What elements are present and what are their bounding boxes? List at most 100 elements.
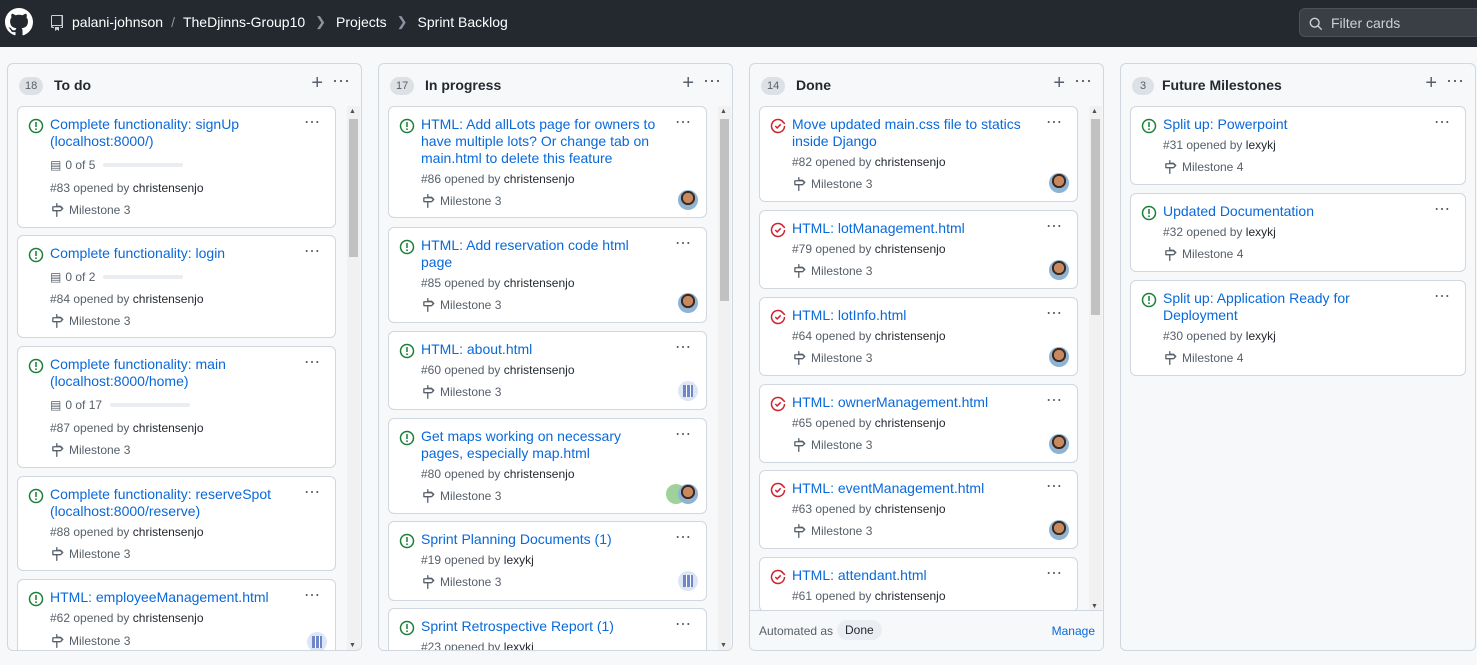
author-link[interactable]: christensenjo (133, 421, 204, 435)
card-menu-button[interactable]: ⋯ (1046, 563, 1063, 583)
scroll-up-arrow-icon[interactable]: ▲ (720, 108, 727, 115)
issue-card[interactable]: HTML: attendant.html ⋯ #61 opened by chr… (759, 557, 1078, 612)
scroll-down-arrow-icon[interactable]: ▼ (720, 642, 727, 649)
issue-card[interactable]: HTML: about.html ⋯ #60 opened by christe… (388, 331, 707, 410)
author-link[interactable]: christensenjo (875, 155, 946, 169)
milestone[interactable]: Milestone 3 (50, 634, 130, 648)
card-menu-button[interactable]: ⋯ (675, 614, 692, 634)
add-card-button[interactable]: + (1425, 72, 1437, 94)
issue-card[interactable]: HTML: Add reservation code html page ⋯ #… (388, 227, 707, 323)
milestone[interactable]: Milestone 3 (50, 547, 130, 561)
manage-automation-link[interactable]: Manage (1052, 624, 1095, 638)
card-menu-button[interactable]: ⋯ (1046, 303, 1063, 323)
milestone[interactable]: Milestone 3 (792, 177, 872, 191)
issue-card[interactable]: Complete functionality: main (localhost:… (17, 346, 336, 468)
issue-card[interactable]: HTML: eventManagement.html ⋯ #63 opened … (759, 470, 1078, 549)
add-card-button[interactable]: + (311, 72, 323, 94)
milestone[interactable]: Milestone 3 (421, 575, 501, 589)
author-link[interactable]: christensenjo (875, 329, 946, 343)
scroll-down-arrow-icon[interactable]: ▼ (1091, 603, 1098, 610)
assignee-avatar[interactable] (1049, 260, 1069, 280)
card-title[interactable]: HTML: ownerManagement.html (792, 394, 1042, 411)
issue-card[interactable]: Sprint Retrospective Report (1) ⋯ #23 op… (388, 608, 707, 650)
scrollbar-thumb[interactable] (720, 119, 729, 301)
scrollbar-thumb[interactable] (349, 119, 358, 257)
column-menu-button[interactable]: ⋯ (332, 70, 351, 92)
assignee-avatar[interactable] (678, 484, 698, 504)
column-menu-button[interactable]: ⋯ (703, 70, 722, 92)
card-title[interactable]: Split up: Application Ready for Deployme… (1163, 290, 1403, 324)
author-link[interactable]: christensenjo (875, 589, 946, 603)
milestone[interactable]: Milestone 3 (792, 524, 872, 538)
card-menu-button[interactable]: ⋯ (675, 424, 692, 444)
author-link[interactable]: christensenjo (504, 363, 575, 377)
breadcrumb-projects[interactable]: Projects (336, 14, 387, 30)
scroll-up-arrow-icon[interactable]: ▲ (1091, 108, 1098, 115)
column-scrollbar[interactable]: ▲ ▼ (718, 106, 731, 650)
card-menu-button[interactable]: ⋯ (304, 585, 321, 605)
add-card-button[interactable]: + (1053, 72, 1065, 94)
card-menu-button[interactable]: ⋯ (1434, 286, 1451, 306)
author-link[interactable]: christensenjo (875, 416, 946, 430)
card-title[interactable]: Complete functionality: login (50, 245, 290, 262)
breadcrumb-owner[interactable]: palani-johnson (72, 14, 163, 30)
column-scrollbar[interactable]: ▲ ▼ (1089, 106, 1102, 612)
author-link[interactable]: christensenjo (133, 292, 204, 306)
scroll-down-arrow-icon[interactable]: ▼ (349, 642, 356, 649)
milestone[interactable]: Milestone 3 (421, 194, 501, 208)
milestone[interactable]: Milestone 3 (50, 314, 130, 328)
issue-card[interactable]: Get maps working on necessary pages, esp… (388, 418, 707, 514)
card-title[interactable]: Complete functionality: reserveSpot (loc… (50, 486, 290, 520)
card-menu-button[interactable]: ⋯ (1046, 112, 1063, 132)
scroll-up-arrow-icon[interactable]: ▲ (349, 108, 356, 115)
author-link[interactable]: christensenjo (875, 242, 946, 256)
author-link[interactable]: lexykj (1246, 329, 1276, 343)
author-link[interactable]: christensenjo (504, 172, 575, 186)
issue-card[interactable]: Move updated main.css file to statics in… (759, 106, 1078, 202)
card-title[interactable]: HTML: lotManagement.html (792, 220, 1042, 237)
author-link[interactable]: christensenjo (504, 467, 575, 481)
milestone[interactable]: Milestone 3 (50, 443, 130, 457)
card-title[interactable]: HTML: eventManagement.html (792, 480, 1042, 497)
milestone[interactable]: Milestone 3 (421, 385, 501, 399)
card-title[interactable]: Complete functionality: signUp (localhos… (50, 116, 280, 150)
issue-card[interactable]: HTML: ownerManagement.html ⋯ #65 opened … (759, 384, 1078, 463)
author-link[interactable]: christensenjo (133, 611, 204, 625)
scrollbar-thumb[interactable] (1091, 119, 1100, 315)
milestone[interactable]: Milestone 3 (792, 264, 872, 278)
issue-card[interactable]: Split up: Application Ready for Deployme… (1130, 280, 1466, 376)
card-menu-button[interactable]: ⋯ (1046, 476, 1063, 496)
milestone[interactable]: Milestone 3 (792, 351, 872, 365)
author-link[interactable]: christensenjo (504, 276, 575, 290)
column-scrollbar[interactable]: ▲ ▼ (347, 106, 360, 650)
milestone[interactable]: Milestone 3 (50, 203, 130, 217)
card-title[interactable]: HTML: lotInfo.html (792, 307, 1042, 324)
assignee-avatar[interactable] (307, 632, 327, 650)
github-logo-icon[interactable] (5, 8, 33, 36)
card-title[interactable]: HTML: employeeManagement.html (50, 589, 290, 606)
card-title[interactable]: Move updated main.css file to statics in… (792, 116, 1042, 150)
card-title[interactable]: HTML: about.html (421, 341, 661, 358)
breadcrumb-repo[interactable]: TheDjinns-Group10 (183, 14, 305, 30)
card-menu-button[interactable]: ⋯ (675, 527, 692, 547)
add-card-button[interactable]: + (682, 72, 694, 94)
card-menu-button[interactable]: ⋯ (1046, 216, 1063, 236)
card-title[interactable]: Sprint Planning Documents (1) (421, 531, 661, 548)
milestone[interactable]: Milestone 3 (421, 298, 501, 312)
card-title[interactable]: HTML: attendant.html (792, 567, 1042, 584)
milestone[interactable]: Milestone 4 (1163, 160, 1243, 174)
card-title[interactable]: Updated Documentation (1163, 203, 1423, 220)
issue-card[interactable]: Split up: Powerpoint ⋯ #31 opened by lex… (1130, 106, 1466, 185)
column-menu-button[interactable]: ⋯ (1446, 70, 1465, 92)
card-title[interactable]: HTML: Add reservation code html page (421, 237, 661, 271)
author-link[interactable]: lexykj (1246, 225, 1276, 239)
assignee-avatar[interactable] (1049, 173, 1069, 193)
card-menu-button[interactable]: ⋯ (675, 233, 692, 253)
assignee-avatar[interactable] (678, 571, 698, 591)
card-menu-button[interactable]: ⋯ (1434, 112, 1451, 132)
issue-card[interactable]: Updated Documentation ⋯ #32 opened by le… (1130, 193, 1466, 272)
card-menu-button[interactable]: ⋯ (304, 112, 321, 132)
card-menu-button[interactable]: ⋯ (675, 112, 692, 132)
issue-card[interactable]: Complete functionality: login ⋯ ▤ 0 of 2 … (17, 235, 336, 338)
card-menu-button[interactable]: ⋯ (304, 241, 321, 261)
